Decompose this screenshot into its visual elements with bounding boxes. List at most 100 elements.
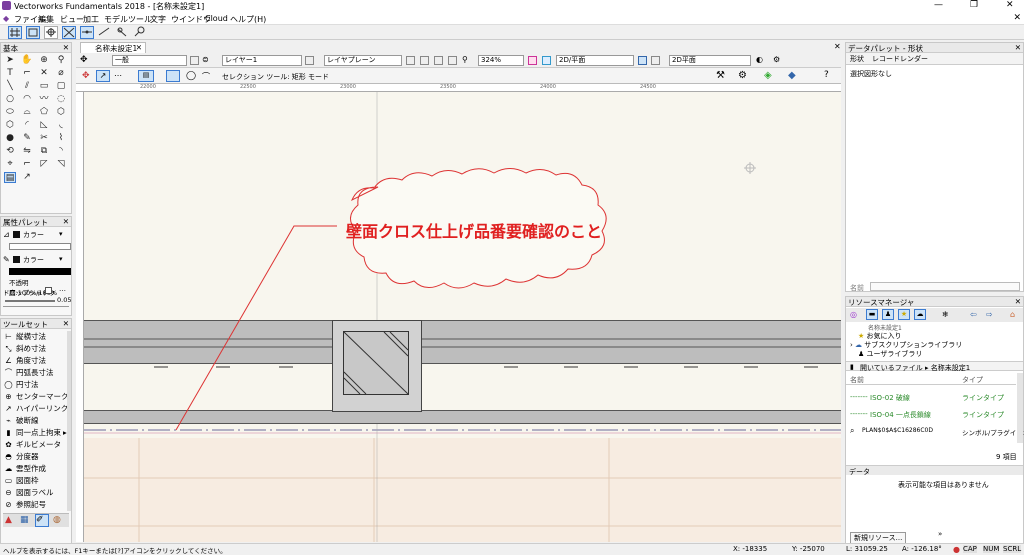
- mode-multi-button[interactable]: ▤: [138, 70, 154, 82]
- wall-tool-icon[interactable]: ▤: [4, 172, 16, 183]
- resource-item[interactable]: ------- ISO-02 破線 ラインタイプ: [846, 390, 1016, 406]
- snap-object-button[interactable]: [26, 26, 40, 39]
- toolset-basic-icon[interactable]: ▲: [5, 515, 12, 525]
- pen-tool-icon[interactable]: ✎: [21, 133, 33, 144]
- zoom-tool-icon[interactable]: ⚲: [55, 55, 67, 66]
- preferences-icon[interactable]: ⚙: [738, 70, 747, 81]
- snap-angle-button[interactable]: [44, 26, 58, 39]
- spiral-tool-icon[interactable]: ◌: [55, 94, 67, 105]
- tool-sheet-border[interactable]: ▭ 図面枠: [4, 475, 39, 486]
- class-options-button[interactable]: [190, 56, 199, 65]
- snap-tangent-button[interactable]: [98, 26, 112, 39]
- snap-grid-button[interactable]: [8, 26, 22, 39]
- toolset-visualization-icon[interactable]: ◍: [53, 515, 61, 525]
- selection-icon[interactable]: ✥: [82, 71, 90, 81]
- split-tool-icon[interactable]: ✂: [38, 133, 50, 144]
- selection-tool-icon[interactable]: ➤: [4, 55, 16, 66]
- vertical-ruler[interactable]: [76, 92, 84, 542]
- mode-lasso-button[interactable]: ◯: [186, 71, 196, 81]
- scrollbar[interactable]: [67, 331, 71, 511]
- fillet-tool-icon[interactable]: ◝: [55, 146, 67, 157]
- pen-swatch[interactable]: [13, 256, 20, 263]
- mode-lasso-icon[interactable]: ⋯: [114, 71, 122, 80]
- menu-tools[interactable]: ツール: [128, 14, 152, 25]
- chevron-down-icon[interactable]: ▾: [59, 230, 63, 238]
- mode-rect-button[interactable]: [166, 70, 180, 82]
- tool-curvimeter[interactable]: ✿ ギルビメータ: [4, 439, 61, 450]
- menu-view[interactable]: ビュー: [60, 14, 84, 25]
- help-icon[interactable]: ?: [824, 70, 829, 80]
- clip-tool-icon[interactable]: ◹: [55, 159, 67, 170]
- reshape-tool-icon[interactable]: ⌖: [4, 159, 16, 170]
- scrollbar[interactable]: [1017, 373, 1023, 443]
- render-icon[interactable]: ◈: [764, 70, 772, 81]
- navigate-icon[interactable]: ✥: [80, 55, 88, 65]
- lighting-icon[interactable]: ◐: [756, 55, 763, 64]
- menu-edit[interactable]: 編集: [38, 14, 54, 25]
- tool-coincident-constraint[interactable]: ▮ 同一点上拘束 ▸: [4, 427, 66, 438]
- close-icon[interactable]: ✕: [1015, 43, 1021, 52]
- tab-shape[interactable]: 形状: [850, 54, 864, 64]
- home-icon[interactable]: ⌂: [1010, 310, 1015, 319]
- mode-rectangle-select-button[interactable]: ↗: [96, 70, 110, 82]
- zoom-fit-button[interactable]: [528, 56, 537, 65]
- app-menu-icon[interactable]: ◆: [3, 14, 9, 23]
- circle-tool-icon[interactable]: ○: [4, 94, 16, 105]
- layer-plane-select[interactable]: レイヤプレーン: [324, 55, 402, 66]
- paint-bucket-tool-icon[interactable]: ●: [4, 133, 16, 144]
- close-icon[interactable]: ✕: [63, 319, 69, 328]
- horizontal-ruler[interactable]: 22000 22500 23000 23500 24000 24500: [76, 84, 841, 92]
- dimension-tool-icon[interactable]: ↗: [21, 172, 33, 183]
- quarter-arc-tool-icon[interactable]: ◜: [21, 120, 33, 131]
- snap-point-button[interactable]: [116, 26, 130, 39]
- name-field[interactable]: [870, 282, 1020, 291]
- callout-tool-icon[interactable]: ⌐: [21, 68, 33, 79]
- toolset-architecture-icon[interactable]: ▦: [20, 515, 29, 525]
- render-mode-button[interactable]: [638, 56, 647, 65]
- forward-icon[interactable]: ⇨: [986, 310, 993, 319]
- dropshadow-checkbox[interactable]: [45, 287, 52, 294]
- tab-close-icon[interactable]: ✕: [136, 43, 142, 52]
- favorites-icon[interactable]: ★: [898, 309, 910, 320]
- chord-tool-icon[interactable]: ◟: [55, 120, 67, 131]
- zoom-out-button[interactable]: [448, 56, 457, 65]
- mode-polygon-button[interactable]: ⌒: [202, 71, 210, 82]
- tool-break-line[interactable]: ⌁ 破断線: [4, 415, 38, 426]
- tool-angular-dimension[interactable]: ∠ 角度寸法: [4, 355, 46, 366]
- eyedropper-tool-icon[interactable]: ⌀: [55, 68, 67, 79]
- tab-record[interactable]: レコード: [872, 54, 900, 64]
- tool-hyperlink[interactable]: ↗ ハイパーリンク: [4, 403, 68, 414]
- flyover-tool-icon[interactable]: ⊕: [38, 55, 50, 66]
- more-icon[interactable]: »: [938, 530, 942, 538]
- line-tool-icon[interactable]: ╲: [4, 81, 16, 92]
- tab-render[interactable]: レンダー: [900, 54, 928, 64]
- snap-distance-button[interactable]: [80, 26, 94, 39]
- render-select[interactable]: 2D平面: [669, 55, 751, 66]
- magic-wand-icon[interactable]: ⚒: [716, 70, 725, 81]
- rotate-tool-icon[interactable]: ⟲: [4, 146, 16, 157]
- polyline-tool-icon[interactable]: ⌓: [21, 107, 33, 118]
- standard-view-button[interactable]: [406, 56, 415, 65]
- settings-icon[interactable]: ❄: [942, 310, 949, 319]
- snap-edge-button[interactable]: [134, 26, 148, 39]
- line-weight-slider[interactable]: [5, 300, 55, 302]
- fill-style-select[interactable]: カラー: [23, 230, 44, 240]
- pan-tool-icon[interactable]: ✋: [21, 55, 33, 66]
- projection-button[interactable]: [651, 56, 660, 65]
- menu-help[interactable]: ヘルプ(H): [230, 14, 266, 25]
- menu-text[interactable]: 文字: [150, 14, 166, 25]
- snap-intersection-button[interactable]: [62, 26, 76, 39]
- tab-document[interactable]: 名称未設定1 ✕: [80, 42, 146, 53]
- close-button[interactable]: ✕: [1006, 0, 1014, 10]
- class-select[interactable]: 一般: [112, 55, 187, 66]
- flyover-button[interactable]: [542, 56, 551, 65]
- double-line-tool-icon[interactable]: ⫽: [21, 81, 33, 92]
- more-icon[interactable]: …: [59, 285, 66, 293]
- chamfer-tool-icon[interactable]: ◸: [38, 159, 50, 170]
- tool-protractor[interactable]: ◓ 分度器: [4, 451, 38, 462]
- close-icon[interactable]: ✕: [1015, 297, 1021, 306]
- resource-item[interactable]: ------- ISO-04 一点長鎖線 ラインタイプ: [846, 407, 1016, 423]
- drawing-canvas[interactable]: 壁面クロス仕上げ品番要確認のこと: [84, 92, 841, 542]
- tool-oblique-dimension[interactable]: ⤡ 斜め寸法: [4, 343, 47, 354]
- document-close-icon[interactable]: ✕: [1013, 13, 1021, 23]
